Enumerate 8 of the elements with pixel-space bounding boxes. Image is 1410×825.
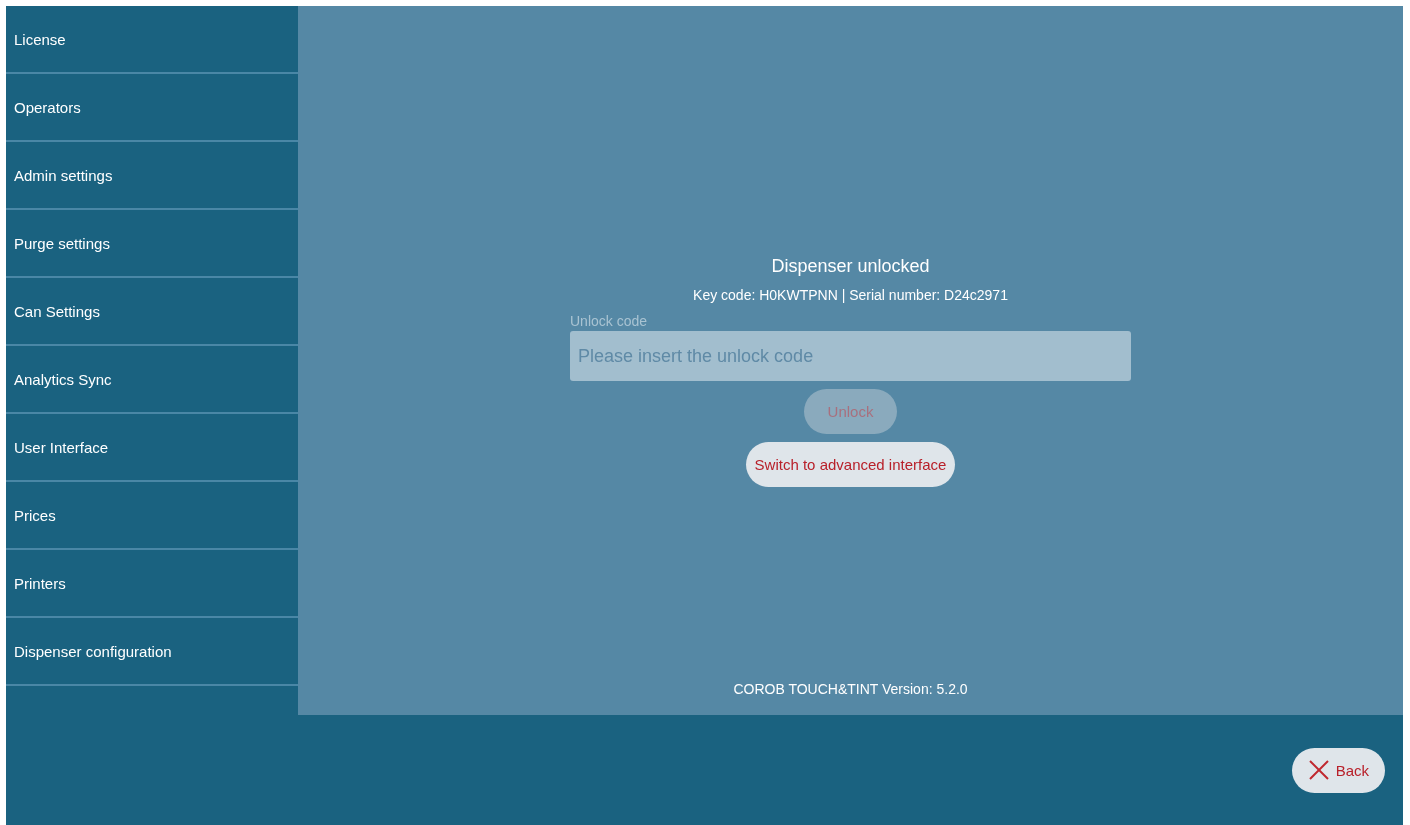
switch-interface-button[interactable]: Switch to advanced interface — [745, 442, 956, 487]
close-icon — [1307, 759, 1330, 781]
key-code-text: Key code: H0KWTPNN | Serial number: D24c2971 — [693, 287, 1008, 303]
version-text: COROB TOUCH&TINT Version: 5.2.0 — [733, 681, 968, 697]
panel-title: Dispenser unlocked — [771, 256, 930, 277]
unlock-code-field[interactable]: Please insert the unlock code — [570, 331, 1131, 381]
field-label: Unlock code — [570, 313, 648, 329]
back-button[interactable]: Back — [1291, 747, 1385, 793]
